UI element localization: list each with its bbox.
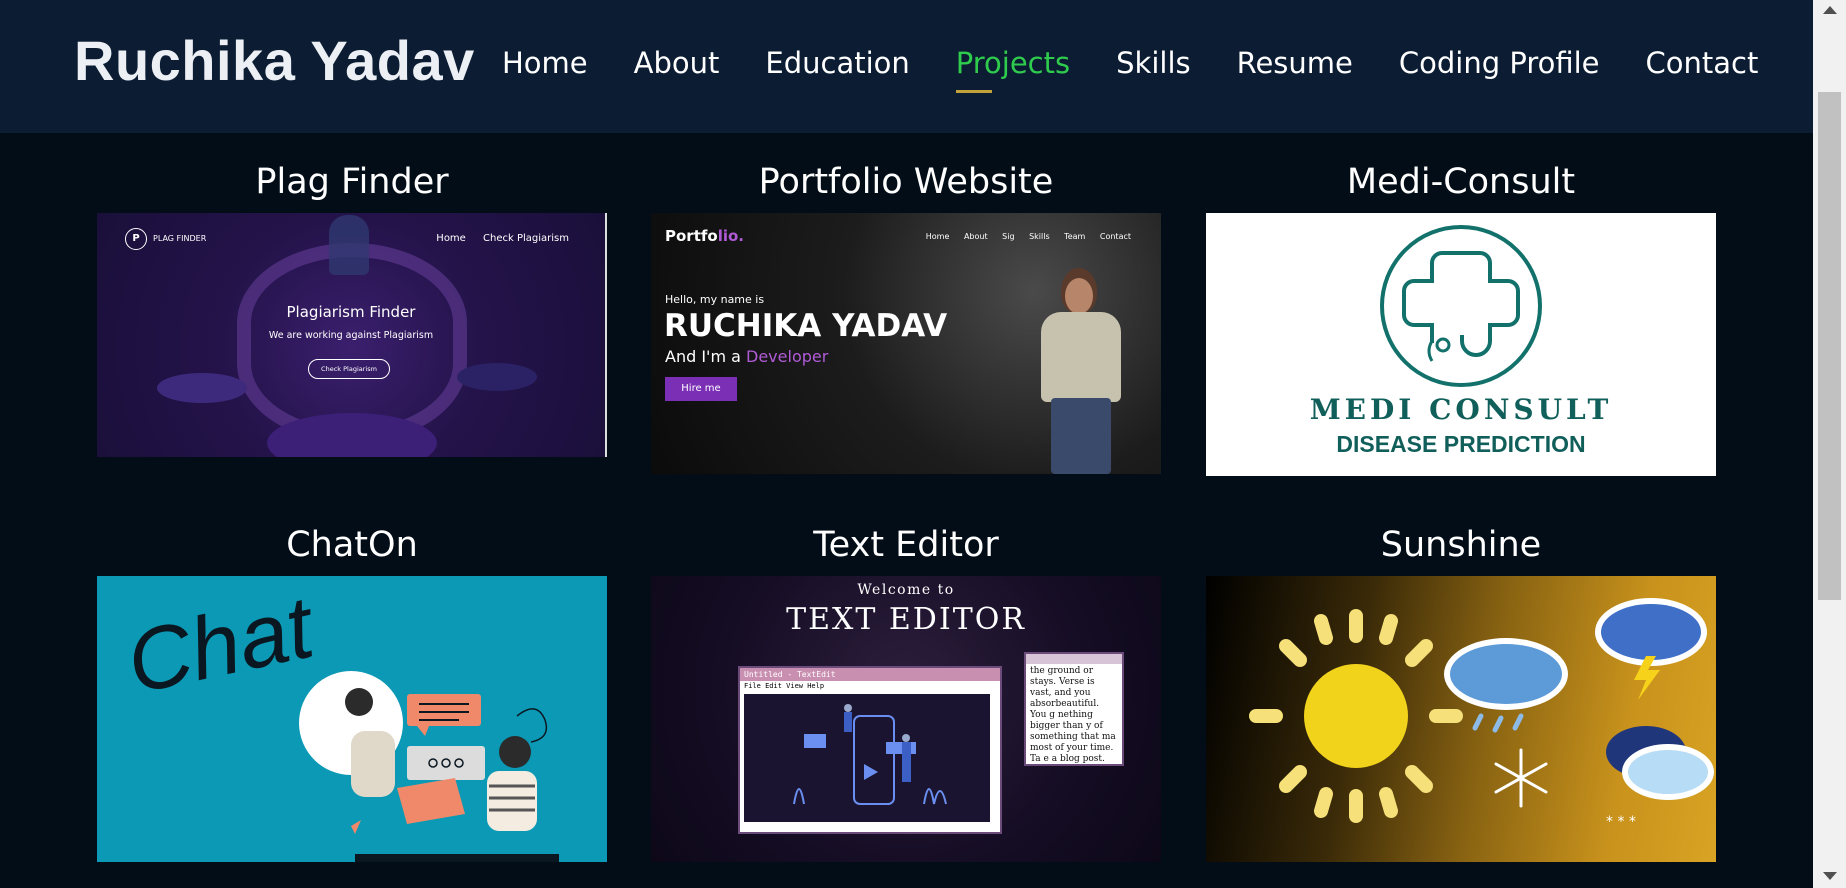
text-editor-window-menu: File Edit View Help [744,682,825,690]
snowflake-icon [1494,748,1548,808]
project-card-medi-consult[interactable]: Medi-Consult MEDI CONSULT DISEASE PREDIC… [1206,157,1716,476]
plag-check-button: Check Plagiarism [308,359,390,379]
weather-icons-illustration: * * * [1249,598,1714,830]
plag-nav-check: Check Plagiarism [483,233,569,244]
sun-icon [1249,609,1463,823]
portfolio-nav-item: Contact [1099,232,1131,241]
platform-disc [457,363,537,391]
people-with-devices-illustration [793,704,947,805]
project-title: Medi-Consult [1346,162,1576,202]
svg-text:* * *: * * * [1606,814,1636,830]
portfolio-role: And I'm a Developer [665,347,828,366]
nav-coding-profile[interactable]: Coding Profile [1399,46,1600,80]
project-card-chaton[interactable]: ChatOn Chat [97,520,607,862]
text-editor-heading: TEXT EDITOR [786,602,1026,637]
project-thumbnail[interactable]: Portfolio. Home About Sig Skills Team Co… [651,213,1161,474]
text-editor-window-title: Untitled - TextEdit [740,668,1000,681]
main-nav: Home About Education Projects Skills Res… [502,46,1804,93]
document-window-bar [1026,654,1122,664]
project-title: Text Editor [813,525,999,565]
plag-nav-home: Home [436,233,466,244]
project-thumbnail[interactable]: P PLAG FINDER Home Check Plagiarism Plag… [97,213,607,457]
plag-heading: Plagiarism Finder [286,303,416,321]
nav-skills[interactable]: Skills [1116,46,1190,80]
project-thumbnail[interactable]: Chat [97,576,607,862]
project-title: ChatOn [286,525,418,565]
portfolio-nav: Home About Sig Skills Team Contact [914,232,1131,241]
portfolio-greeting: Hello, my name is [665,293,765,306]
plag-logo-text: PLAG FINDER [153,234,207,243]
plag-subheading: We are working against Plagiarism [268,330,434,341]
project-title: Portfolio Website [758,162,1054,202]
site-header: Ruchika Yadav Home About Education Proje… [0,0,1813,133]
plag-nav: Home Check Plagiarism [422,233,569,244]
portfolio-logo: Portfolio. [665,227,744,245]
scroll-down-arrow-icon[interactable] [1823,872,1837,880]
project-thumbnail[interactable]: Welcome to TEXT EDITOR Untitled - TextEd… [651,576,1161,862]
text-editor-document-window: the ground or stays. Verse is vast, and … [1024,652,1124,766]
thunderstorm-cloud-icon [1595,598,1707,700]
text-editor-window: Untitled - TextEdit File Edit View Help [738,666,1002,834]
project-thumbnail[interactable]: * * * [1206,576,1716,862]
portrait-legs [1051,398,1111,474]
site-logo[interactable]: Ruchika Yadav [74,28,475,93]
portfolio-hire-button: Hire me [665,377,737,401]
chat-illustration [299,671,559,862]
project-card-sunshine[interactable]: Sunshine * * * [1206,520,1716,862]
project-title: Sunshine [1380,525,1542,565]
nav-projects[interactable]: Projects [955,46,1071,93]
portfolio-nav-item: Team [1064,232,1086,241]
nav-resume[interactable]: Resume [1237,46,1353,80]
plag-logo-icon: P [125,228,147,250]
project-card-text-editor[interactable]: Text Editor Welcome to TEXT EDITOR Untit… [651,520,1161,862]
nav-education[interactable]: Education [765,46,909,80]
portrait-photo [1031,268,1121,474]
text-editor-window-illustration [744,694,990,822]
portfolio-role-accent: Developer [746,347,829,366]
nav-projects-label: Projects [955,46,1071,80]
portfolio-logo-main: Portfo [665,227,718,245]
project-thumbnail[interactable]: MEDI CONSULT DISEASE PREDICTION [1206,213,1716,476]
vertical-scrollbar[interactable] [1813,0,1846,888]
portfolio-logo-accent: lio. [717,227,744,245]
nav-home[interactable]: Home [502,46,588,80]
medical-cross-stethoscope-icon [1380,225,1542,387]
project-card-plag-finder[interactable]: Plag Finder P PLAG FINDER Home Check Pla… [97,157,607,457]
scroll-thumb[interactable] [1818,92,1841,600]
nav-about[interactable]: About [634,46,720,80]
portrait-body [1041,312,1121,402]
medi-tagline-text: DISEASE PREDICTION [1336,431,1586,457]
scroll-up-arrow-icon[interactable] [1823,6,1837,14]
snow-cloud-icon: * * * [1606,726,1714,830]
nav-contact[interactable]: Contact [1646,46,1759,80]
portfolio-nav-item: Sig [1002,232,1015,241]
project-title: Plag Finder [255,162,449,202]
portrait-face [1065,278,1093,314]
platform-disc [157,373,247,403]
nav-active-underline [955,90,992,93]
portfolio-name: RUCHIKA YADAV [664,308,948,344]
portfolio-nav-item: Skills [1029,232,1050,241]
project-card-portfolio-website[interactable]: Portfolio Website Portfolio. Home About … [651,157,1161,474]
document-window-text: the ground or stays. Verse is vast, and … [1030,666,1116,764]
portfolio-nav-item: About [963,232,988,241]
text-editor-welcome: Welcome to [857,582,955,598]
person-illustration [329,215,369,275]
medi-brand-text: MEDI CONSULT [1309,393,1613,426]
portfolio-nav-item: Home [925,232,950,241]
portfolio-role-prefix: And I'm a [665,347,741,366]
